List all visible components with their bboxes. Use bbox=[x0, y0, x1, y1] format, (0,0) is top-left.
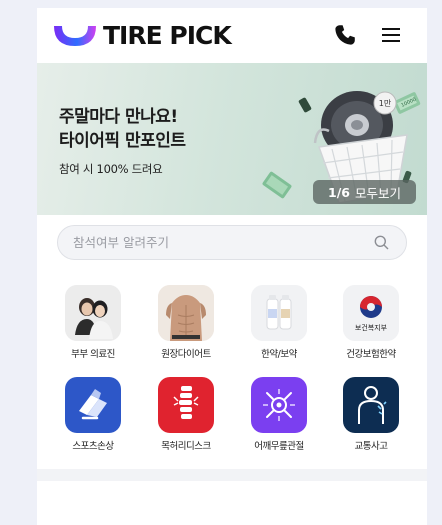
couple-photo-icon bbox=[65, 285, 121, 341]
brand-logo[interactable]: TIRE PICK bbox=[52, 21, 232, 50]
category-label: 건강보험한약 bbox=[346, 349, 396, 360]
banner-title-line1: 주말마다 만나요! bbox=[59, 107, 178, 127]
category-insurance-herbal[interactable]: 보건복지부 건강보험한약 bbox=[331, 285, 411, 365]
banner-title: 주말마다 만나요! 타이어픽 만포인트 bbox=[59, 105, 186, 153]
category-label: 한약/보약 bbox=[261, 349, 297, 360]
category-label: 어깨무릎관절 bbox=[254, 441, 304, 452]
category-traffic-accident[interactable]: 교통사고 bbox=[331, 377, 411, 457]
brand-name: TIRE PICK bbox=[103, 21, 232, 50]
health-ministry-logo-icon: 보건복지부 bbox=[343, 285, 399, 341]
category-herbal-medicine[interactable]: 한약/보약 bbox=[239, 285, 319, 365]
body-injury-icon bbox=[343, 377, 399, 433]
category-label: 부부 의료진 bbox=[71, 349, 115, 360]
category-spine-disc[interactable]: 목허리디스크 bbox=[146, 377, 226, 457]
search-bar bbox=[57, 225, 407, 260]
mobile-screen: TIRE PICK 주말마다 만나요! 타이어픽 만포인트 참여 시 100% … bbox=[37, 8, 427, 525]
pager-count: 1/6 bbox=[328, 184, 350, 200]
app-header: TIRE PICK bbox=[37, 8, 427, 64]
section-divider bbox=[37, 469, 427, 481]
ministry-logo-text: 보건복지부 bbox=[355, 323, 388, 332]
phone-call-icon[interactable] bbox=[333, 23, 357, 47]
category-label: 원장다이어트 bbox=[161, 349, 211, 360]
herbal-bottles-icon bbox=[251, 285, 307, 341]
pager-label: 모두보기 bbox=[354, 185, 401, 201]
category-label: 교통사고 bbox=[354, 441, 388, 452]
logo-mark-icon bbox=[54, 26, 96, 46]
hamburger-menu-icon[interactable] bbox=[380, 24, 402, 46]
category-shoulder-knee[interactable]: 어깨무릎관절 bbox=[239, 377, 319, 457]
category-director-diet[interactable]: 원장다이어트 bbox=[146, 285, 226, 365]
category-sports-injury[interactable]: 스포츠손상 bbox=[53, 377, 133, 457]
banner-pager-button[interactable]: 1/6 모두보기 bbox=[313, 180, 416, 204]
badge-text: 1만 bbox=[379, 99, 392, 108]
banner-title-line2: 타이어픽 만포인트 bbox=[59, 131, 186, 151]
category-couple-doctors[interactable]: 부부 의료진 bbox=[53, 285, 133, 365]
category-label: 스포츠손상 bbox=[72, 441, 114, 452]
category-label: 목허리디스크 bbox=[161, 441, 211, 452]
search-icon[interactable] bbox=[374, 235, 389, 250]
spine-icon bbox=[158, 377, 214, 433]
banner-subtitle: 참여 시 100% 드려요 bbox=[59, 162, 163, 176]
search-input[interactable] bbox=[73, 226, 363, 259]
promo-banner[interactable]: 주말마다 만나요! 타이어픽 만포인트 참여 시 100% 드려요 10000 … bbox=[37, 63, 427, 215]
torso-photo-icon bbox=[158, 285, 214, 341]
sports-injury-icon bbox=[65, 377, 121, 433]
joint-icon bbox=[251, 377, 307, 433]
